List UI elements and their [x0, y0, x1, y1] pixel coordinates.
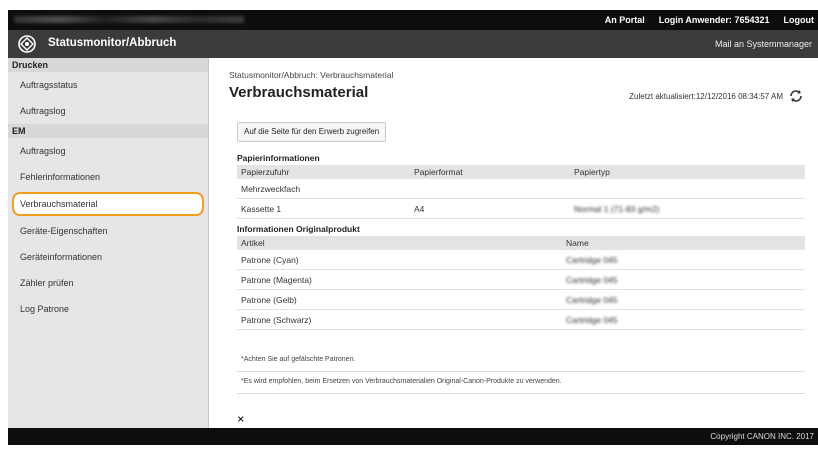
sidebar-group-drucken: Drucken: [8, 58, 208, 72]
top-bar: An Portal Login Anwender: 7654321 Logout: [8, 10, 818, 30]
login-user: 7654321: [734, 15, 770, 25]
paper-format: [410, 179, 570, 199]
table-row: Patrone (Schwarz) Cartridge 045: [237, 309, 805, 330]
paper-info-heading: Papierinformationen: [237, 153, 320, 163]
mail-systemmanager-link[interactable]: Mail an Systemmanager: [715, 39, 812, 49]
sidebar-item-log-patrone[interactable]: Log Patrone: [8, 296, 208, 322]
product-name-cell: Cartridge 045: [562, 309, 805, 330]
logout-link[interactable]: Logout: [784, 15, 815, 25]
article-cell: Patrone (Schwarz): [237, 309, 562, 330]
app-title: Statusmonitor/Abbruch: [48, 37, 177, 49]
sidebar-item-geraeteinformationen[interactable]: Geräteinformationen: [8, 244, 208, 270]
table-row: Patrone (Cyan) Cartridge 045: [237, 250, 805, 270]
table-row: Patrone (Magenta) Cartridge 045: [237, 269, 805, 290]
divider: [237, 371, 805, 372]
login-user-info: Login Anwender: 7654321: [659, 15, 770, 25]
paper-type: [570, 179, 805, 199]
status-monitor-icon: [18, 35, 36, 53]
product-name-cell: Cartridge 045: [562, 289, 805, 310]
sidebar-item-auftragsstatus[interactable]: Auftragsstatus: [8, 72, 208, 98]
app-header: Statusmonitor/Abbruch Mail an Systemmana…: [8, 30, 818, 58]
footer: Copyright CANON INC. 2017: [8, 428, 818, 445]
breadcrumb: Statusmonitor/Abbruch: Verbrauchsmateria…: [229, 70, 394, 80]
original-product-table: Artikel Name Patrone (Cyan) Cartridge 04…: [237, 236, 805, 330]
purchase-page-button[interactable]: Auf die Seite für den Erwerb zugreifen: [237, 122, 387, 142]
blurred-url-text: [14, 16, 244, 23]
sidebar-item-fehlerinformationen[interactable]: Fehlerinformationen: [8, 164, 208, 190]
article-cell: Patrone (Gelb): [237, 289, 562, 310]
portal-link[interactable]: An Portal: [605, 15, 645, 25]
product-name-cell: Cartridge 045: [562, 269, 805, 290]
sidebar: Drucken Auftragsstatus Auftragslog EM Au…: [8, 58, 209, 428]
paper-info-table: Papierzufuhr Papierformat Papiertyp Mehr…: [237, 165, 805, 219]
col-papierformat: Papierformat: [410, 165, 570, 179]
page-title: Verbrauchsmaterial: [229, 84, 369, 101]
table-row: Mehrzweckfach: [237, 179, 805, 199]
main-content: Statusmonitor/Abbruch: Verbrauchsmateria…: [221, 58, 815, 428]
paper-source: Mehrzweckfach: [237, 179, 410, 199]
genuine-products-note: *Es wird empfohlen, beim Ersetzen von Ve…: [241, 378, 562, 385]
browser-frame: An Portal Login Anwender: 7654321 Logout…: [8, 10, 818, 445]
col-papierzufuhr: Papierzufuhr: [237, 165, 410, 179]
copyright-text: Copyright CANON INC. 2017: [710, 432, 814, 441]
sidebar-item-auftragslog[interactable]: Auftragslog: [8, 138, 208, 164]
paper-type: Normal 1 (71-83 g/m2): [570, 198, 805, 219]
col-papiertyp: Papiertyp: [570, 165, 805, 179]
article-cell: Patrone (Cyan): [237, 250, 562, 270]
col-name: Name: [562, 236, 805, 250]
last-updated-text: Zuletzt aktualisiert:12/12/2016 08:34:57…: [629, 92, 783, 101]
original-table-header: Artikel Name: [237, 236, 805, 250]
sidebar-group-em: EM: [8, 124, 208, 138]
paper-table-header: Papierzufuhr Papierformat Papiertyp: [237, 165, 805, 179]
sidebar-item-verbrauchsmaterial[interactable]: Verbrauchsmaterial: [12, 192, 204, 216]
sidebar-item-geraete-eigenschaften[interactable]: Geräte-Eigenschaften: [8, 218, 208, 244]
sidebar-item-auftragslog-print[interactable]: Auftragslog: [8, 98, 208, 124]
table-row: Kassette 1 A4 Normal 1 (71-83 g/m2): [237, 198, 805, 219]
table-row: Patrone (Gelb) Cartridge 045: [237, 289, 805, 310]
divider: [237, 393, 805, 394]
article-cell: Patrone (Magenta): [237, 269, 562, 290]
sidebar-item-zaehler-pruefen[interactable]: Zähler prüfen: [8, 270, 208, 296]
col-artikel: Artikel: [237, 236, 562, 250]
refresh-icon[interactable]: [789, 89, 803, 103]
original-product-heading: Informationen Originalprodukt: [237, 224, 360, 234]
product-name-cell: Cartridge 045: [562, 250, 805, 270]
paper-source: Kassette 1: [237, 198, 410, 219]
paper-format: A4: [410, 198, 570, 219]
to-top-icon[interactable]: ⨯: [237, 414, 245, 425]
counterfeit-note: *Achten Sie auf gefälschte Patronen.: [241, 356, 356, 363]
login-label: Login Anwender:: [658, 15, 732, 25]
